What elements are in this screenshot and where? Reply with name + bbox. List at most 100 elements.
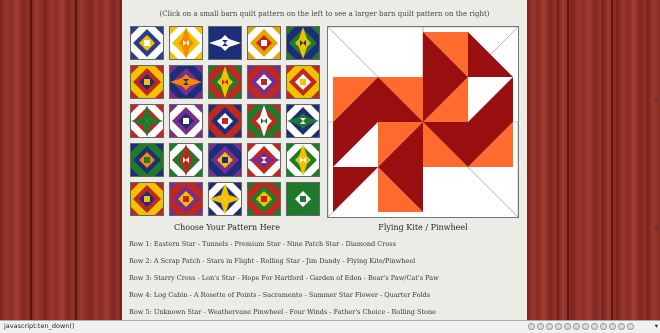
pattern-name-link[interactable]: Bear's Paw/Cat's Paw — [368, 274, 439, 282]
pattern-thumb-bears-paw-cats-paw[interactable] — [286, 104, 320, 138]
plank-seam — [75, 0, 77, 332]
pattern-thumb-diamond-cross[interactable] — [286, 26, 320, 60]
flying-kite-pinwheel-large — [327, 26, 519, 218]
pattern-thumb-a-rosette-of-points[interactable] — [169, 143, 203, 177]
pattern-name-link[interactable]: Hope For Hartford — [242, 274, 304, 282]
status-icon[interactable] — [573, 323, 580, 330]
selected-pattern-caption: Flying Kite / Pinwheel — [378, 223, 468, 232]
pattern-thumb-jim-dandy[interactable] — [247, 65, 281, 99]
pattern-name-link[interactable]: A Scrap Patch — [154, 257, 200, 265]
pattern-row: Row 1: Eastern Star - Tunnels - Premium … — [129, 240, 439, 257]
pattern-name-link[interactable]: Lon's Star — [202, 274, 236, 282]
pattern-name-link[interactable]: Diamond Cross — [346, 240, 396, 248]
plank-seam — [30, 0, 32, 332]
pattern-thumb-eastern-star[interactable] — [130, 26, 164, 60]
thumb-shape — [300, 79, 306, 85]
pattern-name-link[interactable]: Tunnels — [202, 240, 228, 248]
pattern-name-link[interactable]: Premium Star — [235, 240, 281, 248]
pattern-thumb-quarter-folds[interactable] — [286, 143, 320, 177]
choose-pattern-caption: Choose Your Pattern Here — [174, 223, 280, 232]
thumb-shape — [144, 196, 150, 202]
pattern-row: Row 4: Log Cabin - A Rosette of Points -… — [129, 291, 439, 308]
zoom-dropdown-icon[interactable]: ▾ — [655, 322, 658, 330]
status-icon[interactable] — [555, 323, 562, 330]
barn-wood-left — [0, 0, 122, 332]
status-icon[interactable] — [564, 323, 571, 330]
pattern-thumb-tunnels[interactable] — [169, 26, 203, 60]
thumb-shape — [300, 196, 306, 202]
pattern-thumb-summer-star-flower[interactable] — [247, 143, 281, 177]
pattern-thumb-hope-for-hartford[interactable] — [208, 104, 242, 138]
pattern-thumb-nine-patch-star[interactable] — [247, 26, 281, 60]
thumb-shape — [261, 79, 267, 85]
pattern-thumb-starry-cross[interactable] — [130, 104, 164, 138]
status-icon[interactable] — [627, 323, 634, 330]
thumb-shape — [261, 196, 267, 202]
thumb-shape — [144, 79, 150, 85]
status-icon[interactable] — [591, 323, 598, 330]
pattern-grid — [130, 26, 322, 218]
status-icon[interactable] — [618, 323, 625, 330]
pattern-thumb-premium-star[interactable] — [208, 26, 242, 60]
scroll-down-icon[interactable]: ▼ — [652, 225, 660, 233]
pattern-name-link[interactable]: Rolling Stone — [392, 308, 436, 316]
thumb-shape — [183, 118, 189, 124]
pattern-name-link[interactable]: Log Cabin — [154, 291, 188, 299]
pattern-thumb-fathers-choice[interactable] — [247, 182, 281, 216]
thumb-shape — [222, 118, 228, 124]
pattern-thumb-rolling-star[interactable] — [208, 65, 242, 99]
pattern-name-link[interactable]: Jim Dandy — [306, 257, 340, 265]
pattern-thumb-sacramento[interactable] — [208, 143, 242, 177]
pattern-thumb-unknown-star[interactable] — [130, 182, 164, 216]
pattern-name-link[interactable]: Flying Kite/Pinwheel — [347, 257, 416, 265]
pattern-name-link[interactable]: A Rosette of Points — [194, 291, 257, 299]
pattern-name-link[interactable]: Quarter Folds — [384, 291, 430, 299]
row-label: Row 5: — [129, 308, 154, 316]
thumb-shape — [144, 40, 150, 46]
large-pattern-preview — [327, 26, 519, 218]
pattern-thumb-weathervane-pinwheel[interactable] — [169, 182, 203, 216]
pattern-name-link[interactable]: Starry Cross — [154, 274, 196, 282]
status-icon[interactable] — [600, 323, 607, 330]
pattern-name-link[interactable]: Summer Star Flower — [309, 291, 378, 299]
pattern-thumb-log-cabin[interactable] — [130, 143, 164, 177]
browser-status-bar: javascript:ten_down() ▾ — [0, 320, 660, 333]
pattern-thumb-garden-of-eden[interactable] — [247, 104, 281, 138]
quilt-panel: (Click on a small barn quilt pattern on … — [122, 0, 527, 332]
pattern-row: Row 2: A Scrap Patch - Stars in Flight -… — [129, 257, 439, 274]
row-label: Row 4: — [129, 291, 154, 299]
status-icon[interactable] — [582, 323, 589, 330]
pattern-name-link[interactable]: Father's Choice — [334, 308, 386, 316]
pattern-name-link[interactable]: Unknown Star — [154, 308, 202, 316]
thumb-shape — [261, 40, 267, 46]
pattern-thumb-lons-star[interactable] — [169, 104, 203, 138]
pattern-name-link[interactable]: Eastern Star — [154, 240, 196, 248]
pattern-name-link[interactable]: Stars in Flight — [207, 257, 254, 265]
row-label: Row 3: — [129, 274, 154, 282]
pattern-thumb-flying-kite-pinwheel[interactable] — [286, 65, 320, 99]
status-icon[interactable] — [528, 323, 535, 330]
instruction-text: (Click on a small barn quilt pattern on … — [159, 10, 490, 18]
pattern-name-link[interactable]: Weathervane Pinwheel — [208, 308, 283, 316]
status-icons — [528, 323, 634, 330]
pattern-thumb-a-scrap-patch[interactable] — [130, 65, 164, 99]
pattern-thumb-stars-in-flight[interactable] — [169, 65, 203, 99]
status-url: javascript:ten_down() — [4, 322, 75, 330]
status-icon[interactable] — [546, 323, 553, 330]
pattern-name-link[interactable]: Four Winds — [290, 308, 328, 316]
thumb-shape — [222, 157, 228, 163]
plank-seam — [567, 0, 569, 332]
pattern-thumb-four-winds[interactable] — [208, 182, 242, 216]
scroll-up-icon[interactable]: ▲ — [652, 96, 660, 104]
pattern-name-link[interactable]: Nine Patch Star — [287, 240, 339, 248]
vertical-scrollbar[interactable]: ▲ ▼ — [652, 0, 660, 320]
thumb-shape — [183, 196, 189, 202]
pattern-thumb-rolling-stone[interactable] — [286, 182, 320, 216]
pattern-name-link[interactable]: Rolling Star — [260, 257, 300, 265]
pattern-name-link[interactable]: Sacramento — [263, 291, 303, 299]
plank-seam — [611, 0, 613, 332]
status-icon[interactable] — [537, 323, 544, 330]
row-label: Row 1: — [129, 240, 154, 248]
pattern-name-link[interactable]: Garden of Eden — [310, 274, 362, 282]
status-icon[interactable] — [609, 323, 616, 330]
